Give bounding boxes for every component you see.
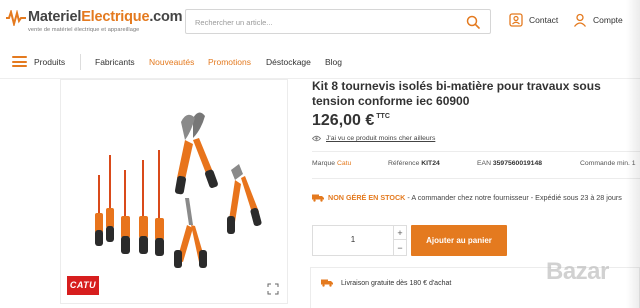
logo-text: MaterielElectrique.com — [28, 9, 183, 25]
ref-value: KIT24 — [421, 160, 440, 167]
products-menu[interactable]: Produits — [12, 56, 65, 67]
page: MaterielElectrique.com vente de matériel… — [0, 0, 640, 308]
screwdriver-2 — [106, 155, 114, 242]
cheaper-elsewhere-label: J'ai vu ce produit moins cher ailleurs — [326, 135, 436, 142]
brand-logo-catu: CATU — [67, 276, 99, 295]
brand-link[interactable]: Catu — [337, 160, 351, 167]
stock-text: - A commander chez notre fournisseur - E… — [405, 193, 622, 202]
search-bar — [185, 9, 491, 34]
screwdriver-4 — [139, 160, 148, 254]
nav-item-promotions[interactable]: Promotions — [208, 57, 251, 67]
ean-label: EAN — [477, 160, 491, 167]
account-link[interactable]: Compte — [573, 13, 623, 27]
product-reference: Référence KIT24 — [388, 160, 440, 167]
nav-item-fabricants[interactable]: Fabricants — [95, 57, 135, 67]
contact-icon — [509, 13, 523, 27]
logo-waveform-icon — [6, 10, 26, 26]
nav-item-destockage[interactable]: Déstockage — [266, 57, 311, 67]
cheaper-elsewhere-link[interactable]: J'ai vu ce produit moins cher ailleurs — [312, 135, 435, 142]
search-icon[interactable] — [466, 15, 480, 29]
site-header: MaterielElectrique.com vente de matériel… — [0, 0, 640, 45]
contact-label: Contact — [529, 15, 559, 25]
price-value: 126,00 € — [312, 112, 375, 129]
price-suffix: TTC — [376, 113, 390, 120]
logo-text-part2: Electrique — [81, 9, 150, 25]
account-label: Compte — [593, 15, 623, 25]
quantity-stepper: 1 + − — [312, 225, 407, 256]
quantity-decrease-button[interactable]: − — [394, 241, 406, 255]
watermark: Bazar — [546, 258, 609, 285]
product-image[interactable]: CATU — [60, 79, 288, 304]
contact-link[interactable]: Contact — [509, 13, 558, 27]
products-menu-label: Produits — [34, 56, 66, 67]
quantity-buttons: + − — [393, 226, 406, 255]
cable-cutter — [174, 112, 218, 195]
expand-icon[interactable] — [267, 283, 279, 295]
site-logo[interactable]: MaterielElectrique.com vente de matériel… — [6, 6, 183, 40]
quantity-increase-button[interactable]: + — [394, 226, 406, 240]
main-nav: Produits Fabricants Nouveautés Promotion… — [0, 45, 640, 79]
truck-icon — [312, 194, 324, 202]
product-title: Kit 8 tournevis isolés bi-matière pour t… — [312, 79, 601, 108]
product-brand: Marque Catu — [312, 160, 351, 167]
long-nose-pliers — [174, 198, 207, 268]
product-ean: EAN 3597560019148 — [477, 160, 542, 167]
screwdriver-1 — [95, 175, 103, 246]
logo-tagline: vente de matériel électrique et appareil… — [28, 27, 140, 33]
scroll-shadow — [626, 0, 640, 308]
quantity-input[interactable]: 1 — [313, 235, 393, 244]
truck-icon — [321, 279, 333, 287]
nav-divider — [80, 54, 81, 70]
add-to-cart-button[interactable]: Ajouter au panier — [411, 225, 507, 256]
logo-text-part3: .com — [149, 9, 183, 25]
ref-label: Référence — [388, 160, 420, 167]
free-delivery-row: Livraison gratuite dès 180 € d'achat — [321, 279, 451, 287]
product-price: 126,00 € TTC — [312, 112, 390, 130]
stock-tag: NON GÉRÉ EN STOCK — [328, 193, 406, 202]
nav-item-nouveautes[interactable]: Nouveautés — [149, 57, 194, 67]
search-input[interactable] — [195, 15, 445, 29]
ean-value: 3597560019148 — [492, 160, 543, 167]
screwdriver-3 — [121, 170, 130, 254]
user-icon — [573, 13, 587, 27]
logo-text-part1: Materiel — [28, 9, 82, 25]
divider — [312, 151, 640, 152]
stock-status: NON GÉRÉ EN STOCK - A commander chez not… — [312, 192, 632, 203]
free-delivery-label: Livraison gratuite dès 180 € d'achat — [341, 279, 452, 287]
hamburger-icon — [12, 56, 27, 67]
eye-icon — [312, 135, 321, 142]
wire-stripper — [227, 164, 262, 234]
divider — [312, 178, 640, 179]
nav-item-blog[interactable]: Blog — [325, 57, 342, 67]
product-photo-screwdriver-kit — [95, 112, 262, 268]
brand-label: Marque — [312, 160, 336, 167]
screwdriver-5 — [155, 150, 164, 256]
